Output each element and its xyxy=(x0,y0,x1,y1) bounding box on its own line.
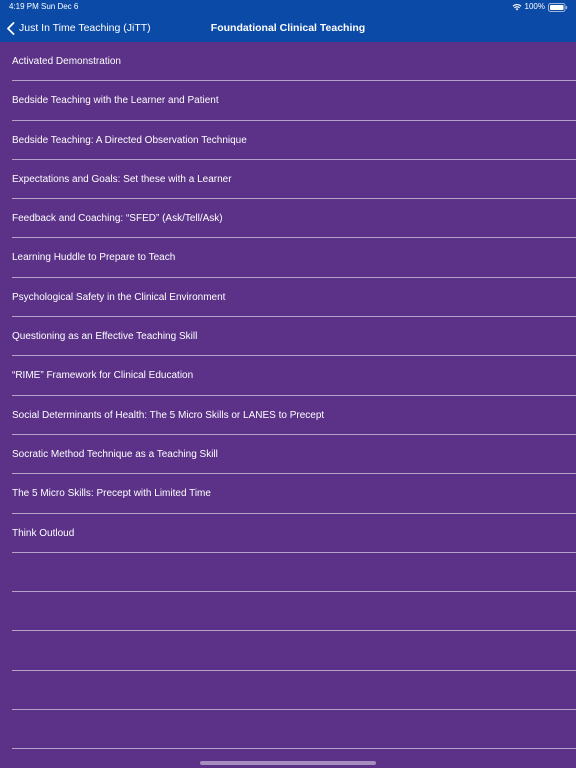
list-item[interactable]: Activated Demonstration xyxy=(12,42,576,82)
list-item-label: Think Outloud xyxy=(12,527,75,539)
list-item-label: Questioning as an Effective Teaching Ski… xyxy=(12,331,198,343)
chevron-left-icon xyxy=(7,21,15,35)
empty-list-row xyxy=(12,553,576,593)
list-item[interactable]: Bedside Teaching: A Directed Observation… xyxy=(12,121,576,160)
list-item[interactable]: “RIME” Framework for Clinical Education xyxy=(12,356,576,396)
list-item[interactable]: The 5 Micro Skills: Precept with Limited… xyxy=(12,474,576,514)
list-item[interactable]: Expectations and Goals: Set these with a… xyxy=(12,160,576,200)
list-item-label: Feedback and Coaching: “SFED” (Ask/Tell/… xyxy=(12,213,223,225)
back-button-label: Just In Time Teaching (JiTT) xyxy=(19,22,151,34)
empty-list-row xyxy=(12,592,576,632)
empty-list-row xyxy=(12,710,576,750)
list-item-label: Bedside Teaching with the Learner and Pa… xyxy=(12,95,219,107)
empty-list-row xyxy=(12,631,576,671)
status-time: 4:19 PM xyxy=(9,2,39,11)
list-item-label: Expectations and Goals: Set these with a… xyxy=(12,173,232,185)
battery-percent: 100% xyxy=(524,2,545,11)
list-item-label: The 5 Micro Skills: Precept with Limited… xyxy=(12,488,211,500)
list-item[interactable]: Social Determinants of Health: The 5 Mic… xyxy=(12,396,576,435)
list-item[interactable]: Think Outloud xyxy=(12,514,576,553)
status-right: 100% xyxy=(512,0,568,14)
status-date: Sun Dec 6 xyxy=(41,2,79,11)
list-item-label: Activated Demonstration xyxy=(12,56,121,67)
wifi-icon xyxy=(512,4,521,11)
list-item[interactable]: Socratic Method Technique as a Teaching … xyxy=(12,435,576,475)
list-item-label: Psychological Safety in the Clinical Env… xyxy=(12,291,226,303)
empty-list-row xyxy=(12,671,576,711)
list-item[interactable]: Feedback and Coaching: “SFED” (Ask/Tell/… xyxy=(12,199,576,239)
status-bar: 4:19 PM Sun Dec 6 100% xyxy=(0,0,576,14)
home-indicator xyxy=(200,761,376,765)
list-item-label: Social Determinants of Health: The 5 Mic… xyxy=(12,409,325,421)
list-item-label: Learning Huddle to Prepare to Teach xyxy=(12,252,176,264)
navigation-bar: Just In Time Teaching (JiTT) Foundationa… xyxy=(0,14,576,42)
battery-icon xyxy=(548,2,568,12)
list-item-label: “RIME” Framework for Clinical Education xyxy=(12,370,194,382)
list-item-label: Socratic Method Technique as a Teaching … xyxy=(12,448,218,460)
list-item[interactable]: Learning Huddle to Prepare to Teach xyxy=(12,238,576,278)
list-item[interactable]: Psychological Safety in the Clinical Env… xyxy=(12,278,576,318)
list-item-label: Bedside Teaching: A Directed Observation… xyxy=(12,134,247,146)
list-item[interactable]: Bedside Teaching with the Learner and Pa… xyxy=(12,81,576,121)
topic-list: Activated Demonstration Bedside Teaching… xyxy=(0,42,576,750)
list-item[interactable]: Questioning as an Effective Teaching Ski… xyxy=(12,317,576,357)
back-button[interactable]: Just In Time Teaching (JiTT) xyxy=(6,14,151,42)
